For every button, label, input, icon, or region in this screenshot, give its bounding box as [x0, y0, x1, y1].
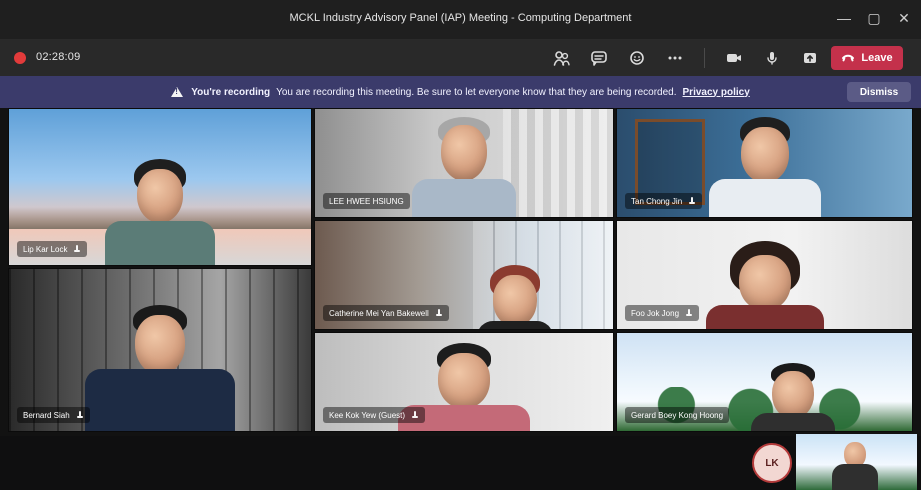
video-tile-lip[interactable]: Lip Kar Lock: [8, 108, 312, 266]
pin-icon: [685, 309, 693, 317]
participant-silhouette: [475, 265, 555, 329]
window-controls: — ▢ ✕: [837, 10, 911, 26]
participant-name-chip: Bernard Siah: [17, 407, 90, 423]
mic-icon[interactable]: [761, 48, 783, 68]
camera-icon[interactable]: [723, 48, 745, 68]
self-avatar[interactable]: LK: [752, 443, 792, 483]
video-tile-bernard[interactable]: Bernard Siah: [8, 268, 312, 432]
meeting-timer: 02:28:09: [36, 51, 81, 63]
shirt-shape: [751, 413, 835, 431]
pin-icon: [76, 411, 84, 419]
shirt-shape: [85, 369, 235, 431]
participant-name: Bernard Siah: [23, 410, 70, 420]
face-shape: [137, 169, 183, 223]
dismiss-button[interactable]: Dismiss: [847, 82, 911, 102]
preview-shirt: [832, 464, 878, 490]
video-tile-kee[interactable]: Kee Kok Yew (Guest): [314, 332, 614, 432]
share-icon[interactable]: [799, 48, 821, 68]
pin-icon: [73, 245, 81, 253]
participant-name: Lip Kar Lock: [23, 244, 68, 254]
participant-name-chip: Kee Kok Yew (Guest): [323, 407, 426, 423]
video-tile-gerard[interactable]: Gerard Boey Kong Hoong: [616, 332, 913, 432]
face-shape: [740, 127, 789, 183]
recording-indicator-icon: [14, 52, 26, 64]
shirt-shape: [705, 305, 824, 329]
participant-name-chip: Foo Jok Jong: [625, 305, 700, 321]
video-tile-foo[interactable]: Foo Jok Jong: [616, 220, 913, 330]
participant-silhouette: [748, 363, 838, 431]
banner-strong: You're recording: [191, 86, 271, 98]
minimize-icon[interactable]: —: [837, 10, 851, 26]
pin-icon: [435, 309, 443, 317]
shirt-shape: [477, 321, 553, 329]
participant-name: Foo Jok Jong: [631, 308, 680, 318]
face-shape: [438, 353, 490, 409]
shirt-shape: [105, 221, 215, 265]
maximize-icon[interactable]: ▢: [867, 10, 881, 26]
face-shape: [772, 371, 814, 419]
face-shape: [135, 315, 185, 375]
participant-name: Catherine Mei Yan Bakewell: [329, 308, 429, 318]
participant-name-chip: LEE HWEE HSIUNG: [323, 193, 410, 209]
more-icon[interactable]: [664, 48, 686, 68]
video-grid: Lip Kar Lock LEE HWEE HSIUNG Tan Chong J…: [0, 108, 921, 490]
participant-name-chip: Lip Kar Lock: [17, 241, 88, 257]
pin-icon: [688, 197, 696, 205]
video-tile-tan[interactable]: Tan Chong Jin: [616, 108, 913, 218]
video-tile-lee[interactable]: LEE HWEE HSIUNG: [314, 108, 614, 218]
recording-banner: You're recording You are recording this …: [0, 76, 921, 108]
participant-silhouette: [695, 241, 835, 329]
shirt-shape: [708, 179, 821, 217]
shirt-shape: [412, 179, 516, 217]
participant-silhouette: [100, 159, 220, 265]
privacy-policy-link[interactable]: Privacy policy: [683, 87, 750, 98]
meeting-toolbar: 02:28:09 Leave: [0, 40, 921, 76]
chat-icon[interactable]: [588, 48, 610, 68]
pin-icon: [411, 411, 419, 419]
toolbar-actions: [550, 48, 821, 68]
leave-label: Leave: [861, 52, 893, 64]
participant-name-chip: Tan Chong Jin: [625, 193, 703, 209]
warning-icon: [171, 87, 184, 97]
window-titlebar: MCKL Industry Advisory Panel (IAP) Meeti…: [0, 0, 921, 40]
self-video-preview[interactable]: [796, 434, 917, 490]
video-tile-catherine[interactable]: Catherine Mei Yan Bakewell: [314, 220, 614, 330]
participant-name-chip: Gerard Boey Kong Hoong: [625, 407, 730, 423]
banner-text: You are recording this meeting. Be sure …: [276, 86, 677, 98]
participant-name: Tan Chong Jin: [631, 196, 683, 206]
participant-silhouette: [705, 117, 825, 217]
phone-hangup-icon: [841, 52, 855, 65]
participant-name: Kee Kok Yew (Guest): [329, 410, 406, 420]
toolbar-divider: [704, 48, 705, 68]
leave-button[interactable]: Leave: [831, 46, 903, 70]
participant-name: Gerard Boey Kong Hoong: [631, 410, 724, 420]
window-title: MCKL Industry Advisory Panel (IAP) Meeti…: [289, 12, 632, 24]
participant-name: LEE HWEE HSIUNG: [329, 196, 404, 206]
close-icon[interactable]: ✕: [897, 10, 911, 26]
face-shape: [493, 275, 537, 327]
face-shape: [738, 255, 791, 311]
participant-name-chip: Catherine Mei Yan Bakewell: [323, 305, 449, 321]
participants-icon[interactable]: [550, 48, 572, 68]
reactions-icon[interactable]: [626, 48, 648, 68]
face-shape: [441, 125, 487, 181]
participant-silhouette: [80, 305, 240, 431]
participant-silhouette: [404, 117, 524, 217]
